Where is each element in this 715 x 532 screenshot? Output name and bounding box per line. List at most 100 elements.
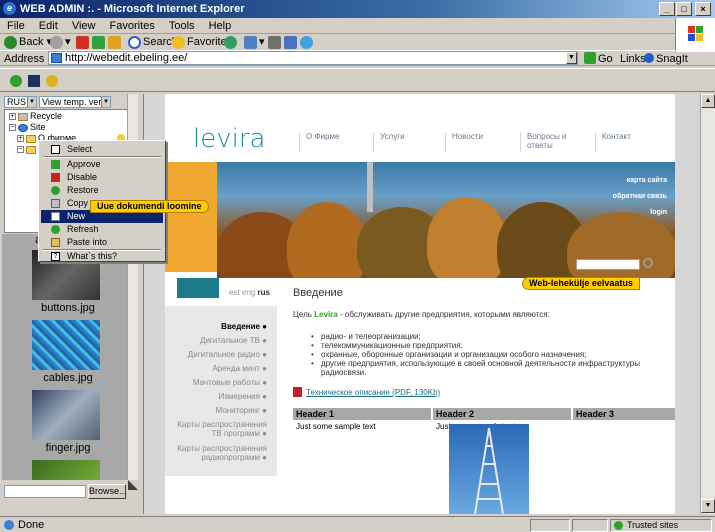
- nav-news[interactable]: Новости: [445, 132, 505, 152]
- refresh-icon: [51, 225, 60, 234]
- nav-faq[interactable]: Вопросы и ответы: [520, 132, 580, 152]
- scroll-up-icon[interactable]: ▲: [701, 94, 715, 108]
- list-item: другие предприятия, использующие в своей…: [311, 359, 671, 377]
- window-title: WEB ADMIN :. - Microsoft Internet Explor…: [20, 3, 245, 15]
- menu-view[interactable]: View: [65, 18, 100, 33]
- leftnav-dtv[interactable]: Дигитальное ТВ ●: [200, 336, 267, 345]
- lang-eng[interactable]: eng: [242, 288, 255, 297]
- address-dropdown[interactable]: ▼: [566, 52, 577, 64]
- menu-tools[interactable]: Tools: [162, 18, 199, 33]
- table-cell: Just some sample text: [296, 422, 376, 431]
- forward-button[interactable]: ▾: [50, 35, 71, 49]
- leftnav-radiomaps[interactable]: Карты распространения радиопрограмм ●: [175, 444, 267, 462]
- copy-icon: [51, 199, 60, 208]
- close-button[interactable]: ×: [695, 2, 711, 16]
- print-button[interactable]: [268, 35, 283, 49]
- lang-rus[interactable]: rus: [258, 288, 270, 297]
- tree-item-site[interactable]: − Site: [9, 122, 46, 133]
- menu-item-select[interactable]: Select: [41, 143, 163, 156]
- search-button[interactable]: Search: [128, 35, 178, 49]
- help-icon: ?: [51, 252, 60, 261]
- thumb-finger[interactable]: [32, 390, 100, 440]
- view-select[interactable]: View temp. ver. ▼: [39, 96, 111, 108]
- history-button[interactable]: [224, 35, 239, 49]
- x-icon: [51, 173, 60, 182]
- feedback-link[interactable]: обратная связь: [613, 192, 667, 202]
- edit-button[interactable]: [284, 35, 299, 49]
- menu-item-approve[interactable]: Approve: [41, 158, 163, 171]
- page-icon: [51, 53, 62, 63]
- recycle-icon: [18, 112, 28, 121]
- new-page-icon: [51, 212, 60, 221]
- table-header: Header 3: [573, 408, 675, 420]
- folder-icon: [26, 145, 36, 154]
- nav-contact[interactable]: Контакт: [595, 132, 655, 152]
- maximize-button[interactable]: □: [676, 2, 692, 16]
- search-icon: [128, 35, 141, 49]
- settings-icon[interactable]: [46, 75, 58, 87]
- menu-edit[interactable]: Edit: [32, 18, 62, 33]
- go-arrow-icon[interactable]: [584, 52, 596, 64]
- save-icon[interactable]: [28, 75, 40, 87]
- snagit-button[interactable]: SnagIt: [656, 53, 688, 65]
- tree-item-recycle[interactable]: + Recycle: [9, 111, 62, 122]
- menu-favorites[interactable]: Favorites: [103, 18, 159, 33]
- file-path-input[interactable]: [4, 485, 86, 498]
- mail-button[interactable]: ▾: [244, 35, 265, 49]
- language-links: est eng rus: [229, 288, 270, 297]
- sitemap-link[interactable]: карта сайта: [613, 176, 667, 186]
- nav-about[interactable]: О Фирме: [299, 132, 359, 152]
- links-button[interactable]: Links: [620, 53, 646, 65]
- menu-bar: File Edit View Favorites Tools Help: [0, 18, 715, 34]
- menu-file[interactable]: File: [0, 18, 29, 33]
- home-button[interactable]: [108, 35, 123, 49]
- browse-button[interactable]: Browse...: [88, 484, 127, 499]
- leftnav-mastworks[interactable]: Мачтовые работы ●: [193, 378, 267, 387]
- refresh-button[interactable]: [92, 35, 107, 49]
- app-toolbar: [0, 68, 715, 92]
- back-arrow-icon: [4, 35, 17, 49]
- pdf-icon: [293, 387, 302, 397]
- menu-item-help[interactable]: ? What`s this?: [41, 250, 163, 263]
- leftnav-monitor[interactable]: Мониторинг ●: [216, 406, 267, 415]
- back-button[interactable]: Back ▾: [4, 35, 52, 49]
- search-icon[interactable]: [643, 258, 653, 268]
- stop-button[interactable]: [76, 35, 91, 49]
- menu-item-disable[interactable]: Disable: [41, 171, 163, 184]
- nav-services[interactable]: Услуги: [373, 132, 433, 152]
- leftnav-dradio[interactable]: Дигитальное радио ●: [188, 350, 267, 359]
- ie-icon: e: [3, 2, 16, 15]
- messenger-button[interactable]: [300, 35, 315, 49]
- login-link[interactable]: login: [613, 208, 667, 218]
- pdf-link[interactable]: Техническое описание (PDF, 130Kb): [306, 388, 440, 397]
- leftnav-tvmaps[interactable]: Карты распространения ТВ программ ●: [175, 420, 267, 438]
- leftnav-masts[interactable]: Аренда мачт ●: [212, 364, 267, 373]
- go-button[interactable]: Go: [598, 53, 613, 65]
- vertical-scrollbar[interactable]: ▲ ▼: [700, 94, 715, 514]
- status-bar: Done Trusted sites: [0, 516, 715, 532]
- check-icon: [614, 521, 623, 530]
- language-select[interactable]: RUS ▼: [4, 96, 37, 108]
- pointer-icon: [51, 145, 60, 154]
- lang-est[interactable]: est: [229, 288, 240, 297]
- minimize-button[interactable]: _: [659, 2, 675, 16]
- menu-item-refresh[interactable]: Refresh: [41, 223, 163, 236]
- thumb-next[interactable]: [32, 460, 100, 480]
- edit-icon: [284, 35, 297, 49]
- site-search-input[interactable]: [576, 259, 640, 270]
- thumb-label: finger.jpg: [45, 442, 91, 454]
- security-zone: Trusted sites: [610, 519, 712, 532]
- status-text: Done: [18, 519, 45, 531]
- browser-toolbar: Back ▾ ▾ Search Favorites ▾: [0, 34, 700, 50]
- menu-help[interactable]: Help: [202, 18, 236, 33]
- menu-item-restore[interactable]: Restore: [41, 184, 163, 197]
- address-input[interactable]: http://webedit.ebeling.ee/: [48, 51, 578, 65]
- chevron-down-icon: ▼: [101, 97, 110, 107]
- menu-item-paste[interactable]: Paste into: [41, 236, 163, 249]
- scroll-down-icon[interactable]: ▼: [701, 499, 715, 513]
- thumb-cables[interactable]: [32, 320, 100, 370]
- intro-text: Цель Levira - обслуживать другие предпри…: [293, 310, 550, 319]
- reload-icon[interactable]: [10, 75, 22, 87]
- leftnav-intro[interactable]: Введение ●: [221, 322, 267, 331]
- leftnav-measure[interactable]: Измерения ●: [218, 392, 267, 401]
